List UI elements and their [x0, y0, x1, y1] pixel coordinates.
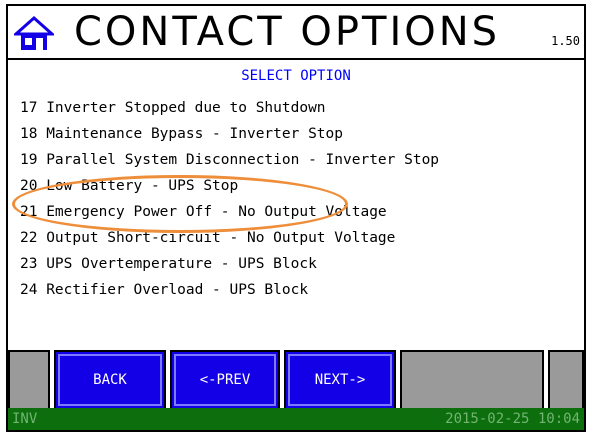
list-item[interactable]: 17 Inverter Stopped due to Shutdown	[20, 96, 326, 120]
list-item[interactable]: 22 Output Short-circuit - No Output Volt…	[20, 226, 395, 250]
blank-button-right	[400, 350, 544, 410]
title-bar: CONTACT OPTIONS 1.50	[8, 6, 584, 60]
blank-button-left	[8, 350, 50, 410]
list-item[interactable]: 18 Maintenance Bypass - Inverter Stop	[20, 122, 343, 146]
list-item[interactable]: 23 UPS Overtemperature - UPS Block	[20, 252, 317, 276]
page-title: CONTACT OPTIONS	[74, 9, 501, 55]
blank-button-end	[548, 350, 584, 410]
mode-indicator: INV	[12, 411, 38, 427]
datetime-display: 2015-02-25 10:04	[445, 411, 580, 427]
list-item[interactable]: 21 Emergency Power Off - No Output Volta…	[20, 200, 387, 224]
list-item[interactable]: 24 Rectifier Overload - UPS Block	[20, 278, 308, 302]
button-bar: BACK <-PREV NEXT->	[8, 346, 584, 412]
prev-button[interactable]: <-PREV	[170, 350, 280, 410]
list-item[interactable]: 19 Parallel System Disconnection - Inver…	[20, 148, 439, 172]
select-option-heading: SELECT OPTION	[241, 68, 351, 84]
list-item[interactable]: 20 Low Battery - UPS Stop	[20, 174, 238, 198]
home-icon[interactable]	[14, 16, 54, 52]
version-label: 1.50	[551, 34, 580, 48]
hmi-screen: CONTACT OPTIONS 1.50 SELECT OPTION 17 In…	[6, 4, 586, 432]
next-button[interactable]: NEXT->	[284, 350, 396, 410]
status-bar: INV 2015-02-25 10:04	[8, 408, 584, 430]
back-button[interactable]: BACK	[54, 350, 166, 410]
